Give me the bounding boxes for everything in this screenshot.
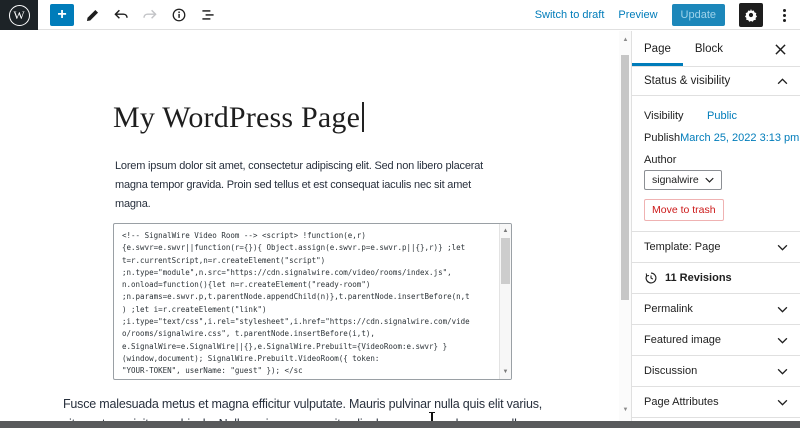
toolbar-right-group: Switch to draft Preview Update [535,0,792,30]
chevron-up-icon [777,78,788,85]
post-title-text: My WordPress Page [113,101,360,134]
post-title[interactable]: My WordPress Page [113,101,533,135]
list-view-button[interactable] [197,4,219,26]
author-value: signalwire [652,174,699,186]
code-line: ) ;let i=r.createElement("link") [122,304,497,316]
text-caret [362,102,364,132]
code-line-clipped: "YOUR-TOKEN", userName: "guest" }); </sc [122,365,497,377]
editor-scrollbar-thumb[interactable] [621,55,629,300]
update-button[interactable]: Update [672,4,725,26]
page-attributes-panel-header[interactable]: Page Attributes [632,387,800,418]
more-options-button[interactable] [777,5,792,26]
pencil-icon [85,8,100,23]
code-line: ;i.type="text/css",i.rel="stylesheet",i.… [122,316,497,328]
publish-row: Publish March 25, 2022 3:13 pm [644,132,788,144]
featured-image-panel-header[interactable]: Featured image [632,325,800,356]
permalink-label: Permalink [644,303,693,315]
text-cursor-pointer [431,412,433,421]
settings-button[interactable] [739,3,763,27]
page-attributes-label: Page Attributes [644,396,719,408]
publish-label: Publish [644,132,680,144]
toolbar-left-group: + [50,0,219,30]
template-panel-header[interactable]: Template: Page [632,232,800,263]
status-visibility-body: Visibility Public Publish March 25, 2022… [632,96,800,232]
more-dot-icon [783,19,786,22]
redo-arrow-icon [142,8,158,22]
undo-arrow-icon [113,8,129,22]
sidebar-tabs: Page Block [632,31,800,67]
code-content: <!-- SignalWire Video Room --> <script> … [114,224,499,379]
tab-block[interactable]: Block [683,31,735,66]
redo-button[interactable] [139,4,161,26]
code-line: {e.swvr=e.swvr||function(r={}){ Object.a… [122,242,497,254]
move-to-trash-button[interactable]: Move to trash [644,199,724,221]
close-sidebar-button[interactable] [770,39,790,59]
permalink-panel-header[interactable]: Permalink [632,294,800,325]
top-toolbar: W + [0,0,800,30]
chevron-down-icon [777,399,788,406]
close-icon [775,44,786,55]
visibility-row: Visibility Public [644,110,788,122]
details-button[interactable] [168,4,190,26]
code-line: <!-- SignalWire Video Room --> <script> … [122,230,497,242]
publish-date-link[interactable]: March 25, 2022 3:13 pm [680,132,799,144]
panel-title: Status & visibility [644,75,730,87]
textarea-scrollbar-thumb[interactable] [501,238,510,284]
list-view-icon [200,8,216,22]
chevron-down-icon [777,306,788,313]
chevron-down-icon [777,368,788,375]
code-line: ;n.params=e.swvr.p,t.parentNode.appendCh… [122,291,497,303]
bottom-edge-bar [0,421,800,428]
template-label: Template: Page [644,241,720,253]
code-line: (window,document); SignalWire.Prebuilt.V… [122,353,497,365]
code-line: ;n.type="module",n.src="https://cdn.sign… [122,267,497,279]
more-dot-icon [783,14,786,17]
more-dot-icon [783,9,786,12]
paragraph-block-1[interactable]: Lorem ipsum dolor sit amet, consectetur … [115,157,505,214]
revisions-button[interactable]: 11 Revisions [632,263,800,294]
scroll-down-icon[interactable]: ▼ [500,367,511,377]
code-line: t=r.currentScript,n=r.createElement("scr… [122,255,497,267]
editor-canvas: My WordPress Page Lorem ipsum dolor sit … [0,31,619,421]
revisions-label: 11 Revisions [665,272,732,284]
tab-page[interactable]: Page [632,31,683,66]
switch-to-draft-link[interactable]: Switch to draft [535,9,605,21]
visibility-value-link[interactable]: Public [707,110,737,122]
wordpress-menu-button[interactable]: W [0,0,38,30]
tools-button[interactable] [81,4,103,26]
wordpress-editor: W + [0,0,800,428]
chevron-down-icon [705,177,714,183]
revisions-clock-icon [644,271,658,285]
block-inserter-button[interactable]: + [50,4,74,26]
discussion-label: Discussion [644,365,697,377]
discussion-panel-header[interactable]: Discussion [632,356,800,387]
status-visibility-header[interactable]: Status & visibility [632,67,800,96]
code-line: e.SignalWire=e.SignalWire||{},e.SignalWi… [122,341,497,353]
chevron-down-icon [777,244,788,251]
author-dropdown[interactable]: signalwire [644,170,722,190]
plus-icon: + [57,6,66,24]
code-line: n.onload=function(){let n=r.createElemen… [122,279,497,291]
undo-button[interactable] [110,4,132,26]
gear-icon [744,8,758,22]
author-label: Author [644,154,788,166]
featured-image-label: Featured image [644,334,721,346]
textarea-scrollbar[interactable]: ▲ ▼ [499,224,511,379]
scroll-down-icon[interactable]: ▼ [620,405,631,415]
info-icon [171,7,187,23]
preview-link[interactable]: Preview [618,9,657,21]
paragraph-block-2[interactable]: Fusce malesuada metus et magna efficitur… [63,395,549,421]
editor-scrollbar[interactable]: ▲ ▼ [619,31,631,421]
wordpress-logo-icon: W [9,5,30,26]
chevron-down-icon [777,337,788,344]
settings-sidebar: Page Block Status & visibility Visibilit… [631,31,800,421]
code-line: o/rooms/signalwire.css", t.parentNode.in… [122,328,497,340]
custom-html-code-textarea[interactable]: <!-- SignalWire Video Room --> <script> … [113,223,512,380]
scroll-up-icon[interactable]: ▲ [500,226,511,236]
visibility-label: Visibility [644,110,707,122]
scroll-up-icon[interactable]: ▲ [620,35,631,45]
